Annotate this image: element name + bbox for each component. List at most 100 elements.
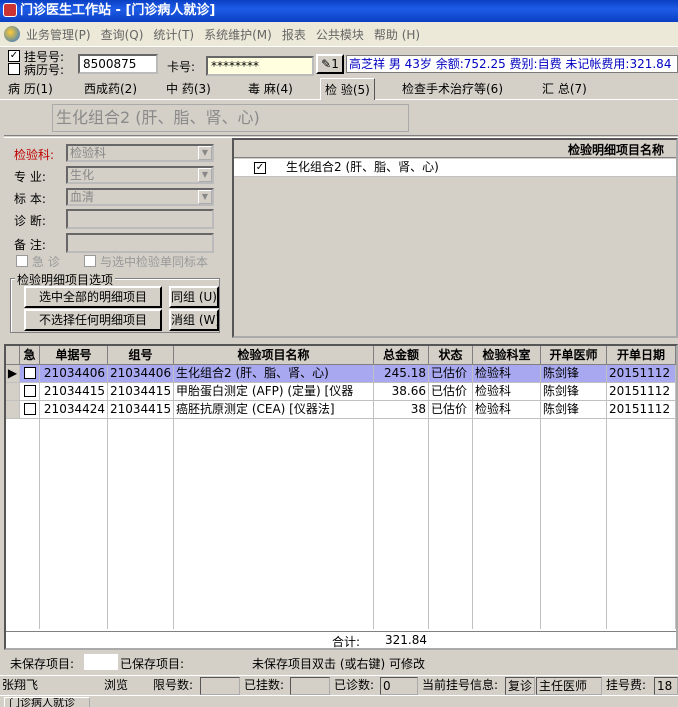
- col-item-name[interactable]: 检验项目名称: [174, 346, 374, 365]
- menu-common[interactable]: 公共模块: [316, 26, 364, 43]
- tab-chinese-medicine[interactable]: 中 药(3): [166, 80, 211, 100]
- specimen-label: 标 本:: [14, 192, 46, 206]
- tab-western-medicine[interactable]: 西成药(2): [84, 80, 137, 100]
- mdi-tab-outpatient[interactable]: 门诊病人就诊: [4, 697, 90, 707]
- specialty-select[interactable]: 生化 ▼: [66, 166, 214, 184]
- cancel-group-button[interactable]: 消组 (W): [169, 309, 220, 331]
- remark-input[interactable]: [66, 233, 214, 253]
- cell-doc-no: 21034406: [40, 365, 108, 383]
- status-current-label: 当前挂号信息:: [422, 678, 499, 692]
- total-label: 合计:: [332, 635, 361, 649]
- cell-date: 20151112: [607, 365, 676, 383]
- grid-filler: [174, 419, 374, 629]
- urgent-checkbox[interactable]: [16, 255, 28, 267]
- cell-doctor: 陈剑锋: [541, 383, 607, 401]
- current-item-title: 生化组合2 (肝、脂、肾、心): [52, 104, 409, 132]
- card-reader-button[interactable]: ✎1: [316, 54, 344, 74]
- cell-doctor: 陈剑锋: [541, 401, 607, 419]
- cell-item-name: 甲胎蛋白测定 (AFP) (定量) [仪器: [174, 383, 374, 401]
- grid-filler: [607, 419, 676, 629]
- detail-row[interactable]: ✓ 生化组合2 (肝、脂、肾、心): [234, 159, 676, 177]
- status-seen-label: 已诊数:: [334, 678, 375, 692]
- unsaved-color-swatch: [84, 654, 118, 670]
- row-indicator-header: [6, 346, 20, 365]
- tab-summary[interactable]: 汇 总(7): [542, 80, 587, 100]
- grid-footer: 合计: 321.84: [6, 631, 676, 648]
- col-doc-no[interactable]: 单据号: [40, 346, 108, 365]
- row-urgent-checkbox[interactable]: [20, 365, 40, 383]
- cell-group-no: 21034415: [108, 383, 174, 401]
- lab-orders-grid: 急 单据号 组号 检验项目名称 总金额 状态 检验科室 开单医师 开单日期 ▶ …: [4, 344, 678, 650]
- tab-exam-surgery[interactable]: 检查手术治疗等(6): [402, 80, 503, 100]
- status-limit-label: 限号数:: [153, 678, 194, 692]
- tab-narcotics[interactable]: 毒 麻(4): [248, 80, 293, 100]
- unsaved-label: 未保存项目:: [10, 657, 75, 671]
- detail-header: 检验明细项目名称: [234, 140, 676, 158]
- cell-group-no: 21034415: [108, 401, 174, 419]
- reg-no-checkbox[interactable]: ✓: [8, 50, 20, 62]
- select-all-button[interactable]: 选中全部的明细项目: [24, 286, 162, 308]
- record-no-input[interactable]: 8500875: [78, 54, 158, 74]
- grid-filler: [473, 419, 541, 629]
- menu-business[interactable]: 业务管理(P): [26, 26, 91, 43]
- saved-color-swatch: [194, 654, 246, 670]
- detail-row-checkbox[interactable]: ✓: [254, 162, 266, 174]
- same-group-button[interactable]: 同组 (U): [169, 286, 219, 308]
- total-value: 321.84: [385, 633, 427, 647]
- cell-date: 20151112: [607, 383, 676, 401]
- cell-amount: 38.66: [374, 383, 429, 401]
- status-fee-label: 挂号费:: [606, 678, 647, 692]
- cell-group-no: 21034406: [108, 365, 174, 383]
- urgent-label: 急 诊: [32, 255, 60, 269]
- cell-dept: 检验科: [473, 365, 541, 383]
- status-limit-value: [200, 677, 240, 695]
- grid-filler: [108, 419, 174, 629]
- cell-amount: 245.18: [374, 365, 429, 383]
- menu-help[interactable]: 帮助 (H): [374, 26, 420, 43]
- col-amount[interactable]: 总金额: [374, 346, 429, 365]
- grid-filler: [20, 419, 40, 629]
- menu-query[interactable]: 查询(Q): [101, 26, 144, 43]
- menu-reports[interactable]: 报表: [282, 26, 306, 43]
- cell-doc-no: 21034424: [40, 401, 108, 419]
- select-none-button[interactable]: 不选择任何明细项目: [24, 309, 162, 331]
- cell-status: 已估价: [429, 365, 473, 383]
- save-status-row: 未保存项目: 已保存项目: 未保存项目双击 (或右键) 可修改: [4, 652, 678, 672]
- record-no-label: 病历号:: [24, 63, 65, 77]
- col-status[interactable]: 状态: [429, 346, 473, 365]
- row-urgent-checkbox[interactable]: [20, 383, 40, 401]
- col-dept[interactable]: 检验科室: [473, 346, 541, 365]
- same-specimen-label: 与选中检验单同标本: [100, 255, 209, 269]
- tab-lab-test[interactable]: 检 验(5): [320, 78, 375, 100]
- col-date[interactable]: 开单日期: [607, 346, 676, 365]
- tab-medical-record[interactable]: 病 历(1): [8, 80, 53, 100]
- menu-system[interactable]: 系统维护(M): [204, 26, 272, 43]
- row-pointer-icon: ▶: [6, 365, 20, 383]
- cell-amount: 38: [374, 401, 429, 419]
- row-urgent-checkbox[interactable]: [20, 401, 40, 419]
- status-seen-value: 0: [380, 677, 418, 695]
- specimen-select[interactable]: 血清 ▼: [66, 188, 214, 206]
- diagnosis-input[interactable]: [66, 209, 214, 229]
- cell-dept: 检验科: [473, 383, 541, 401]
- menu-statistics[interactable]: 统计(T): [153, 26, 194, 43]
- status-user: 张翔飞: [2, 678, 39, 692]
- same-specimen-checkbox[interactable]: [84, 255, 96, 267]
- col-group-no[interactable]: 组号: [108, 346, 174, 365]
- saved-label: 已保存项目:: [120, 657, 185, 671]
- dept-select[interactable]: 检验科 ▼: [66, 144, 214, 162]
- col-urgent[interactable]: 急: [20, 346, 40, 365]
- col-doctor[interactable]: 开单医师: [541, 346, 607, 365]
- status-doctor-title: 主任医师: [536, 677, 602, 695]
- specialty-label: 专 业:: [14, 170, 46, 184]
- row-indicator: [6, 383, 20, 401]
- title-bar: 门诊医生工作站 - [门诊病人就诊]: [0, 0, 678, 22]
- record-no-checkbox[interactable]: [8, 63, 20, 75]
- status-registered-label: 已挂数:: [244, 678, 285, 692]
- remark-label: 备 注:: [14, 238, 46, 252]
- chevron-down-icon: ▼: [198, 190, 212, 204]
- app-logo-icon: [4, 26, 20, 42]
- chevron-down-icon: ▼: [198, 168, 212, 182]
- status-bar: 张翔飞 浏览 限号数: 已挂数: 已诊数: 0 当前挂号信息: 复诊 主任医师 …: [0, 675, 678, 695]
- card-no-input[interactable]: ********: [206, 56, 314, 76]
